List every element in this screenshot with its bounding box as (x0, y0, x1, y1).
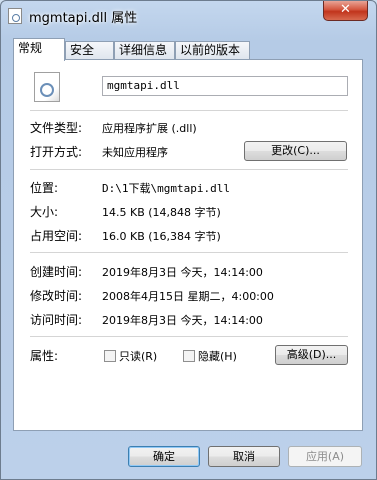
size-label: 大小: (30, 205, 59, 219)
divider (30, 336, 348, 337)
hidden-label[interactable]: 隐藏(H) (198, 348, 237, 364)
dialog-footer: 确定 取消 应用(A) (1, 431, 376, 479)
file-type-value: 应用程序扩展 (.dll) (102, 122, 197, 135)
advanced-button[interactable]: 高级(D)... (275, 345, 348, 365)
properties-window: mgmtapi.dll 属性 ✕ 常规 安全 详细信息 以前的版本 mgmtap… (0, 0, 377, 480)
cancel-button[interactable]: 取消 (208, 446, 280, 467)
hidden-checkbox[interactable] (183, 350, 195, 362)
tab-general[interactable]: 常规 (13, 38, 65, 61)
created-value: 2019年8月3日 今天，14:14:00 (102, 266, 263, 279)
divider (30, 169, 348, 170)
general-panel: mgmtapi.dll 文件类型: 应用程序扩展 (.dll) 打开方式: 未知… (13, 59, 363, 431)
tab-details[interactable]: 详细信息 (114, 41, 175, 59)
attributes-label: 属性: (30, 349, 59, 363)
created-label: 创建时间: (30, 265, 83, 279)
accessed-label: 访问时间: (30, 313, 83, 327)
title-bar[interactable]: mgmtapi.dll 属性 ✕ (1, 1, 376, 31)
change-button[interactable]: 更改(C)... (244, 141, 347, 161)
modified-label: 修改时间: (30, 289, 83, 303)
opens-with-value: 未知应用程序 (102, 146, 168, 159)
divider (30, 110, 348, 111)
size-on-disk-value: 16.0 KB (16,384 字节) (102, 230, 221, 243)
location-value: D:\1下载\mgmtapi.dll (102, 182, 230, 195)
file-type-label: 文件类型: (30, 121, 83, 135)
divider (30, 252, 348, 253)
apply-button[interactable]: 应用(A) (288, 446, 362, 467)
readonly-label[interactable]: 只读(R) (119, 348, 157, 364)
ok-button[interactable]: 确定 (128, 446, 200, 467)
dll-file-icon (34, 72, 60, 102)
modified-value: 2008年4月15日 星期二，4:00:00 (102, 290, 274, 303)
location-label: 位置: (30, 181, 59, 195)
dll-file-icon (8, 8, 22, 24)
tab-security[interactable]: 安全 (65, 41, 114, 59)
close-button[interactable]: ✕ (323, 1, 368, 21)
accessed-value: 2019年8月3日 今天，14:14:00 (102, 314, 263, 327)
opens-with-label: 打开方式: (30, 145, 83, 159)
file-name-field[interactable]: mgmtapi.dll (102, 76, 348, 96)
tab-previous-versions[interactable]: 以前的版本 (175, 41, 250, 59)
size-on-disk-label: 占用空间: (30, 229, 83, 243)
window-title: mgmtapi.dll 属性 (29, 11, 138, 26)
size-value: 14.5 KB (14,848 字节) (102, 206, 221, 219)
readonly-checkbox[interactable] (104, 350, 116, 362)
